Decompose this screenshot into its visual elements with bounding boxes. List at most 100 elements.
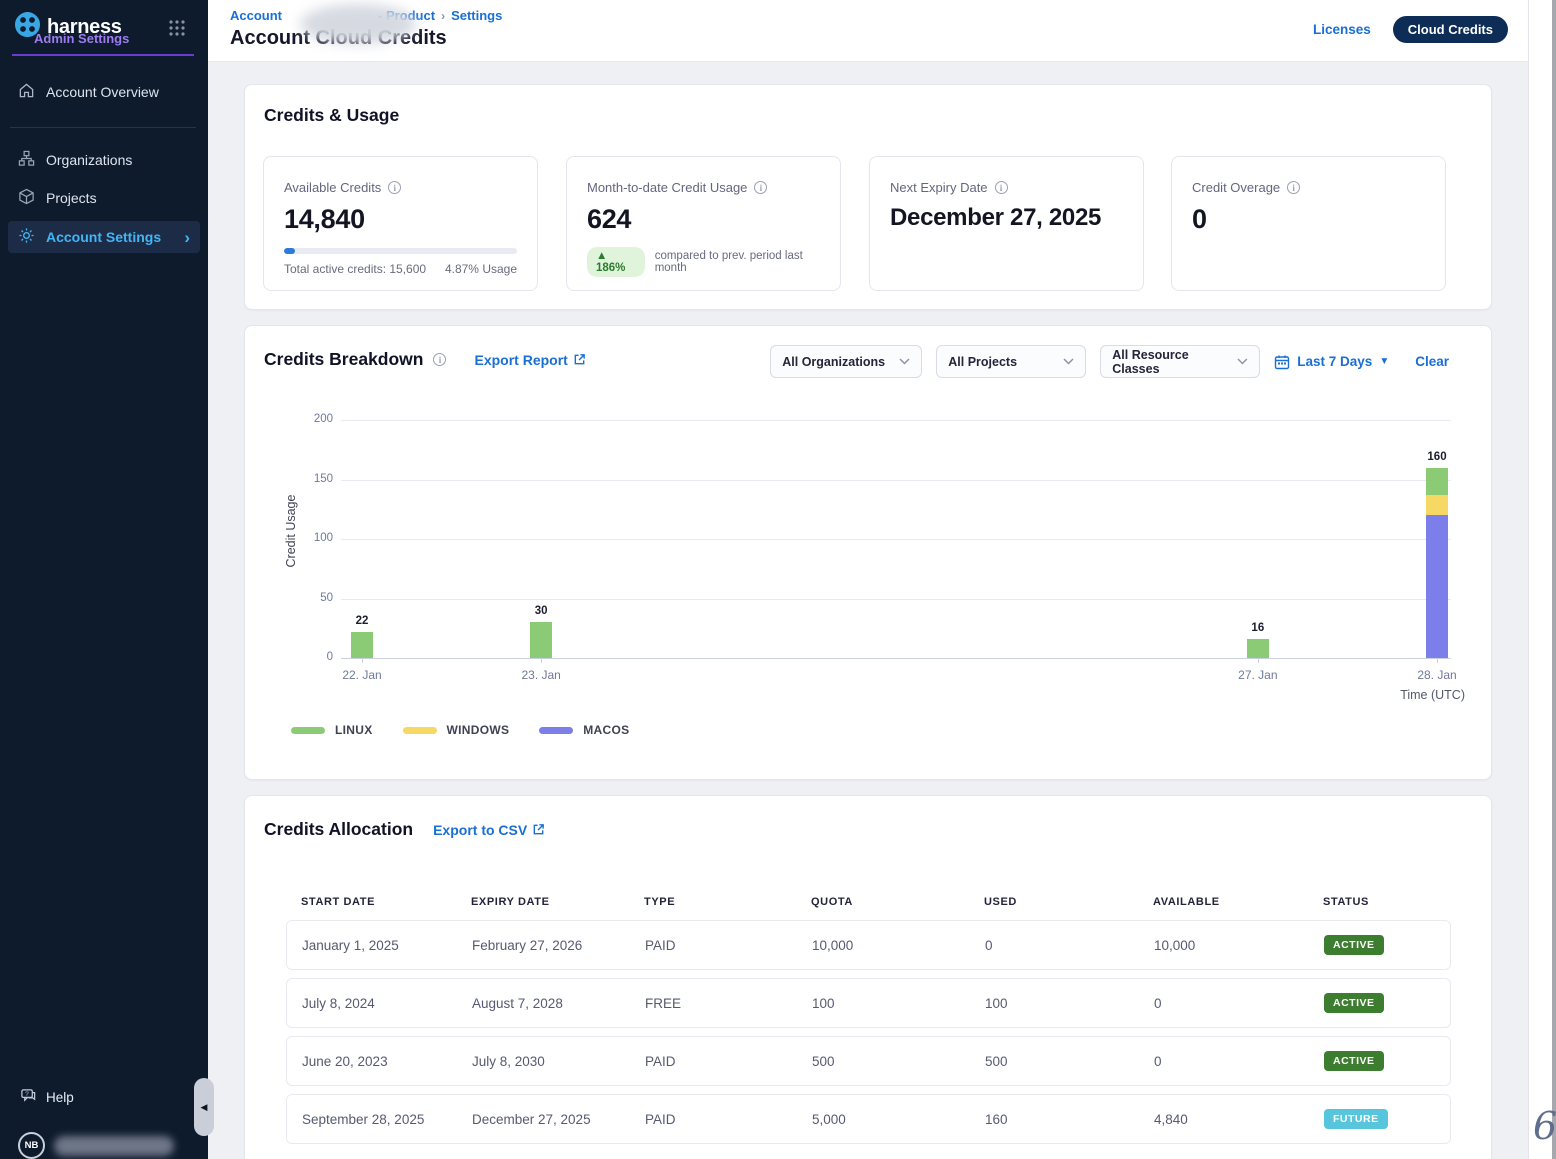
gridline (341, 539, 1451, 540)
help-chat-icon: ? (20, 1087, 37, 1107)
stat-label: Credit Overage (1192, 180, 1280, 195)
legend-swatch (403, 727, 437, 734)
table-body: January 1, 2025February 27, 2026PAID10,0… (286, 920, 1451, 1152)
export-csv-link[interactable]: Export to CSV (433, 822, 545, 838)
cell-expiry-date: December 27, 2025 (472, 1112, 645, 1127)
bar-23-jan[interactable] (530, 622, 552, 658)
bar-segment-macos (1426, 515, 1448, 658)
export-report-link[interactable]: Export Report (474, 352, 585, 368)
x-tick-mark (1437, 658, 1438, 663)
gear-icon (18, 227, 35, 247)
column-header: STATUS (1323, 896, 1451, 908)
x-axis-title: Time (UTC) (1345, 688, 1465, 702)
column-header: START DATE (301, 896, 471, 908)
next-expiry-value: December 27, 2025 (890, 202, 1123, 234)
window-edge (1552, 0, 1556, 1159)
breadcrumb-account-link[interactable]: Account (230, 8, 282, 23)
clear-filters-link[interactable]: Clear (1415, 354, 1449, 369)
legend-item-linux[interactable]: LINUX (291, 723, 373, 737)
cell-start-date: June 20, 2023 (302, 1054, 472, 1069)
chevron-down-icon (1237, 358, 1248, 365)
bar-total-label: 30 (521, 605, 561, 617)
cell-status: ACTIVE (1324, 935, 1450, 955)
bar-segment-windows (1426, 495, 1448, 515)
bar-segment-linux (530, 622, 552, 658)
licenses-link[interactable]: Licenses (1313, 22, 1371, 37)
legend-item-windows[interactable]: WINDOWS (403, 723, 510, 737)
external-link-icon (532, 823, 545, 836)
cell-expiry-date: February 27, 2026 (472, 938, 645, 953)
sidebar-item-label: Account Settings (46, 229, 161, 245)
date-range-value: Last 7 Days (1297, 354, 1372, 369)
redaction-blur (300, 4, 416, 44)
stat-label: Next Expiry Date (890, 180, 988, 195)
bar-27-jan[interactable] (1247, 639, 1269, 658)
status-badge: FUTURE (1324, 1109, 1388, 1129)
projects-select-value: All Projects (948, 355, 1017, 369)
credits-progress-fill (284, 248, 295, 254)
table-row[interactable]: June 20, 2023July 8, 2030PAID5005000ACTI… (286, 1036, 1451, 1086)
sidebar-collapse-handle[interactable]: ◀ (194, 1078, 214, 1136)
scrollbar-track[interactable] (1528, 0, 1552, 1159)
cell-quota: 10,000 (812, 938, 985, 953)
cell-used: 0 (985, 938, 1154, 953)
table-row[interactable]: July 8, 2024August 7, 2028FREE1001000ACT… (286, 978, 1451, 1028)
cell-status: FUTURE (1324, 1109, 1450, 1129)
cell-start-date: September 28, 2025 (302, 1112, 472, 1127)
sidebar-divider (10, 127, 196, 128)
sidebar-item-account-overview[interactable]: Account Overview (8, 76, 200, 108)
sidebar-item-label: Projects (46, 190, 97, 206)
avatar[interactable]: NB (18, 1132, 45, 1159)
organizations-select-value: All Organizations (782, 355, 885, 369)
sidebar-item-projects[interactable]: Projects (8, 182, 200, 214)
date-range-filter[interactable]: Last 7 Days ▼ (1274, 354, 1389, 370)
info-icon[interactable]: i (388, 181, 401, 194)
app-grid-icon[interactable] (168, 19, 186, 42)
help-button[interactable]: ? Help (20, 1087, 74, 1107)
status-badge: ACTIVE (1324, 935, 1384, 955)
cell-start-date: July 8, 2024 (302, 996, 472, 1011)
organizations-select[interactable]: All Organizations (770, 345, 922, 378)
legend-swatch (539, 727, 573, 734)
cell-status: ACTIVE (1324, 1051, 1450, 1071)
home-icon (18, 82, 35, 102)
cell-status: ACTIVE (1324, 993, 1450, 1013)
bar-28-jan[interactable] (1426, 468, 1448, 658)
bar-segment-linux (1247, 639, 1269, 658)
sidebar-item-organizations[interactable]: Organizations (8, 144, 200, 176)
cell-used: 100 (985, 996, 1154, 1011)
credits-usage-title: Credits & Usage (264, 105, 399, 126)
admin-settings-label: Admin Settings (34, 31, 129, 46)
breadcrumb-settings-link[interactable]: Settings (451, 8, 502, 23)
mtd-usage-card: Month-to-date Credit Usage i 624 ▲ 186% … (566, 156, 841, 291)
cloud-credits-button[interactable]: Cloud Credits (1393, 16, 1508, 43)
cell-type: PAID (645, 1054, 812, 1069)
cell-type: FREE (645, 996, 812, 1011)
cell-type: PAID (645, 938, 812, 953)
sidebar-item-account-settings[interactable]: Account Settings › (8, 221, 200, 253)
cell-available: 10,000 (1154, 938, 1324, 953)
stat-label: Available Credits (284, 180, 381, 195)
credits-breakdown-title: Credits Breakdown (264, 349, 423, 370)
gridline (341, 599, 1451, 600)
column-header: TYPE (644, 896, 811, 908)
resource-classes-select[interactable]: All Resource Classes (1100, 345, 1260, 378)
total-active-credits: Total active credits: 15,600 (284, 262, 426, 276)
credits-usage-card: Credits & Usage Available Credits i 14,8… (244, 84, 1492, 310)
x-tick-mark (541, 658, 542, 663)
bar-total-label: 22 (342, 615, 382, 627)
table-row[interactable]: January 1, 2025February 27, 2026PAID10,0… (286, 920, 1451, 970)
available-credits-card: Available Credits i 14,840 Total active … (263, 156, 538, 291)
info-icon[interactable]: i (995, 181, 1008, 194)
available-credits-value: 14,840 (284, 204, 517, 235)
chevron-right-icon: › (184, 229, 190, 246)
info-icon[interactable]: i (1287, 181, 1300, 194)
table-row[interactable]: September 28, 2025December 27, 2025PAID5… (286, 1094, 1451, 1144)
info-icon[interactable]: i (433, 353, 446, 366)
cell-type: PAID (645, 1112, 812, 1127)
next-expiry-card: Next Expiry Date i December 27, 2025 (869, 156, 1144, 291)
legend-item-macos[interactable]: MACOS (539, 723, 629, 737)
projects-select[interactable]: All Projects (936, 345, 1086, 378)
bar-22-jan[interactable] (351, 632, 373, 658)
info-icon[interactable]: i (754, 181, 767, 194)
